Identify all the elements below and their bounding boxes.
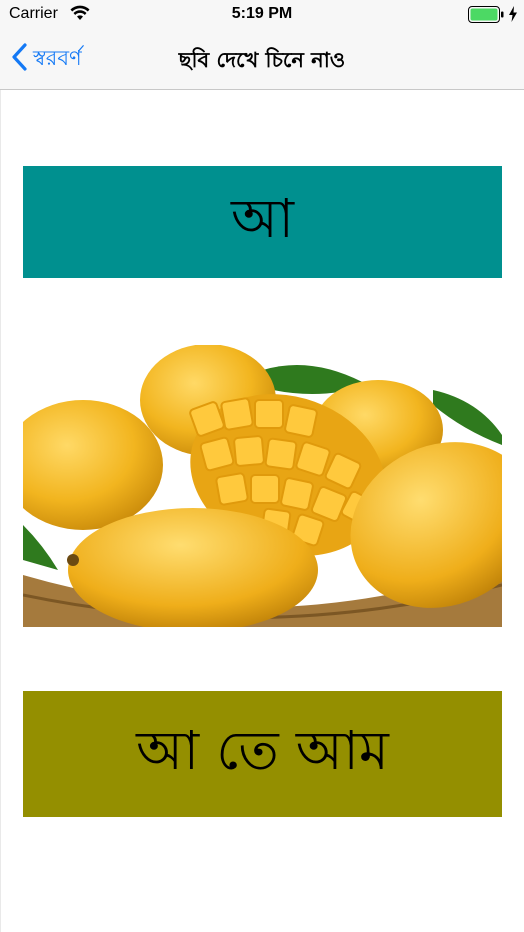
divider bbox=[0, 90, 1, 932]
word-card[interactable]: আ তে আম bbox=[23, 691, 502, 817]
charging-bolt-icon bbox=[508, 6, 518, 22]
mango-image bbox=[23, 345, 502, 627]
status-time: 5:19 PM bbox=[231, 5, 293, 22]
letter-label: আ bbox=[231, 187, 294, 250]
main-content: আ আ তে আম bbox=[0, 90, 524, 932]
navigation-bar: স্বরবর্ণ ছবি দেখে চিনে নাও bbox=[0, 30, 524, 90]
page-title: ছবি দেখে চিনে নাও bbox=[178, 48, 346, 72]
status-bar: Carrier 5:19 PM bbox=[0, 0, 524, 30]
battery-icon bbox=[468, 6, 504, 23]
word-label: আ তে আম bbox=[136, 719, 389, 782]
letter-card[interactable]: আ bbox=[23, 166, 502, 278]
